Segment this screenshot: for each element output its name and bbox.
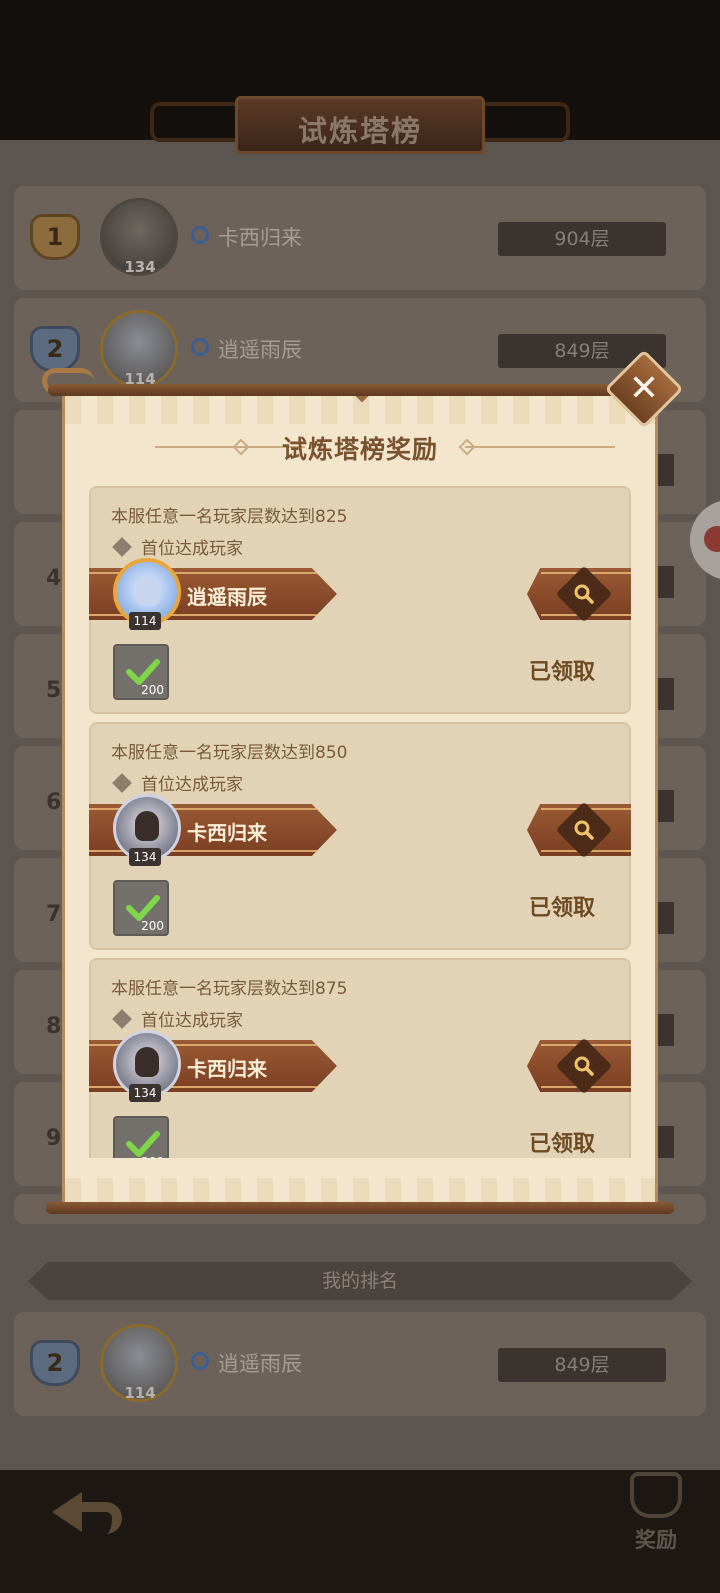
ranking-row[interactable]: 1 134 卡西归来 904层: [14, 186, 706, 290]
scroll-bottom-rod: [46, 1202, 674, 1214]
player-name: 逍遥雨辰: [218, 338, 302, 362]
claimed-status: 已领取: [529, 660, 596, 685]
reward-subtitle: 首位达成玩家: [141, 539, 243, 559]
player-name: 卡西归来: [187, 821, 267, 845]
ranking-title: 试炼塔榜: [297, 114, 422, 148]
reward-card: 本服任意一名玩家层数达到875 首位达成玩家 134 卡西归来 已领取: [89, 958, 631, 1158]
avatar-portrait: [136, 576, 160, 606]
modal-bottom-pattern: [65, 1178, 655, 1204]
search-icon: [574, 584, 594, 604]
rank-number: 2: [46, 1349, 64, 1377]
diamond-bullet-icon: [112, 1009, 132, 1029]
rank-number: 2: [46, 335, 64, 363]
male-gender-icon: [191, 338, 209, 356]
scroll-top-rod: [48, 384, 672, 396]
reward-condition: 本服任意一名玩家层数达到825: [111, 507, 348, 527]
rank-medal-silver-icon: 2: [30, 326, 80, 372]
player-level: 134: [129, 848, 161, 866]
reward-card: 本服任意一名玩家层数达到850 首位达成玩家 134 卡西归来 200 已领取: [89, 722, 631, 950]
item-count: 200: [141, 683, 164, 697]
male-gender-icon: [191, 226, 209, 244]
reward-modal: 试炼塔榜奖励 本服任意一名玩家层数达到825 首位达成玩家 114 逍遥雨辰 2…: [62, 385, 658, 1204]
claimed-status: 已领取: [529, 1132, 596, 1157]
modal-title: 试炼塔榜奖励: [281, 435, 438, 464]
title-wing-right: [475, 102, 570, 142]
side-bubble-icon: [704, 526, 720, 552]
rank-number: 6: [46, 790, 62, 815]
diamond-bullet-icon: [112, 773, 132, 793]
player-name: 卡西归来: [218, 226, 302, 250]
item-count: 200: [141, 919, 164, 933]
search-icon: [574, 1056, 594, 1076]
player-name: 逍遥雨辰: [187, 585, 267, 609]
my-rank-label: 我的排名: [321, 1270, 398, 1292]
player-level: 114: [124, 1384, 156, 1402]
rank-number: 5: [46, 678, 62, 703]
player-level: 134: [129, 1084, 161, 1102]
ranking-title-plate: 试炼塔榜: [140, 90, 580, 160]
reward-subtitle: 首位达成玩家: [141, 775, 243, 795]
player-name: 卡西归来: [187, 1057, 267, 1081]
check-icon: [126, 1131, 160, 1157]
avatar-portrait: [135, 811, 159, 841]
avatar-portrait: [135, 1047, 159, 1077]
my-rank-row[interactable]: 2 114 逍遥雨辰 849层: [14, 1312, 706, 1416]
player-level: 134: [124, 258, 156, 276]
tower-floor-score: 849层: [498, 1348, 666, 1382]
crown-reward-icon: [630, 1472, 682, 1518]
reward-subtitle: 首位达成玩家: [141, 1011, 243, 1031]
reward-item-slot[interactable]: 200: [113, 1116, 169, 1158]
rank-medal-silver-icon: 2: [30, 1340, 80, 1386]
rank-number: 4: [46, 566, 62, 591]
title-wing-left: [150, 102, 245, 142]
search-icon: [574, 820, 594, 840]
close-icon[interactable]: ✕: [616, 361, 672, 417]
reward-button[interactable]: 奖励: [618, 1468, 694, 1568]
reward-item-slot[interactable]: 200: [113, 644, 169, 700]
rank-number: 8: [46, 1014, 62, 1039]
reward-condition: 本服任意一名玩家层数达到850: [111, 743, 348, 763]
rank-number: 9: [46, 1126, 62, 1151]
screen: 试炼塔榜 1 134 卡西归来 904层 2 114 逍遥雨辰 849层 4 5…: [0, 0, 720, 1593]
diamond-bullet-icon: [112, 537, 132, 557]
rank-medal-gold-icon: 1: [30, 214, 80, 260]
player-level: 114: [129, 612, 161, 630]
my-rank-header: 我的排名: [28, 1262, 692, 1300]
rank-number: 7: [46, 902, 62, 927]
back-arrow-tail: [78, 1502, 122, 1534]
reward-item-slot[interactable]: 200: [113, 880, 169, 936]
tower-floor-score: 904层: [498, 222, 666, 256]
reward-list[interactable]: 本服任意一名玩家层数达到825 首位达成玩家 114 逍遥雨辰 200 已领取 …: [89, 486, 631, 1158]
back-button[interactable]: [42, 1478, 132, 1548]
male-gender-icon: [191, 1352, 209, 1370]
rank-number: 1: [46, 223, 64, 251]
reward-label: 奖励: [635, 1528, 677, 1552]
reward-condition: 本服任意一名玩家层数达到875: [111, 979, 348, 999]
claimed-status: 已领取: [529, 896, 596, 921]
item-count: 200: [141, 1155, 164, 1158]
reward-card: 本服任意一名玩家层数达到825 首位达成玩家 114 逍遥雨辰 200 已领取: [89, 486, 631, 714]
player-name: 逍遥雨辰: [218, 1352, 302, 1376]
